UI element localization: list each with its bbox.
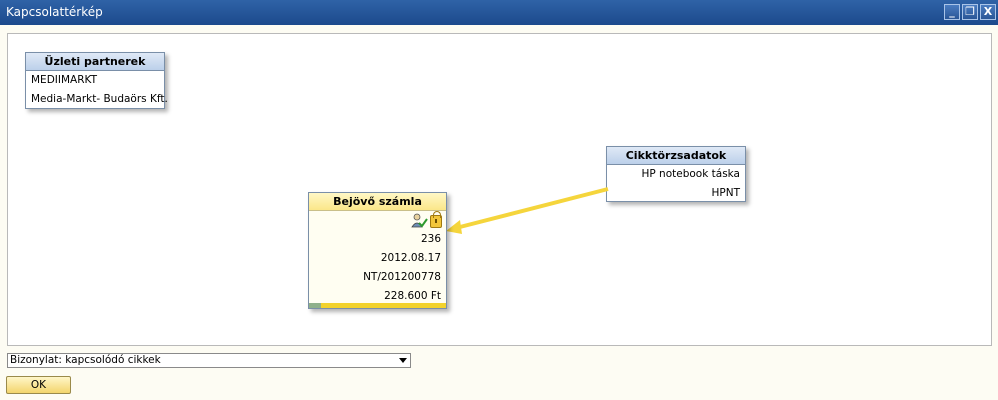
item-description: HP notebook táska	[641, 168, 740, 180]
business-partner-name: Media-Markt- Budaörs Kft.	[31, 93, 168, 105]
item-master-card[interactable]: Cikktörzsadatok HP notebook táska HPNT	[606, 146, 746, 202]
approved-person-icon	[411, 213, 428, 228]
restore-button[interactable]: ❐	[962, 4, 978, 20]
title-bar: Kapcsolattérkép _ ❐ X	[0, 0, 998, 25]
item-code: HPNT	[711, 187, 741, 199]
lock-icon	[430, 211, 442, 228]
window-title: Kapcsolattérkép	[6, 5, 103, 19]
item-master-card-header: Cikktörzsadatok	[607, 147, 745, 165]
relation-arrow	[446, 187, 609, 234]
chevron-down-icon[interactable]	[399, 358, 407, 363]
invoice-progress-fill	[309, 303, 322, 308]
invoice-progress-bar	[309, 303, 446, 308]
document-select-value: Bizonylat: kapcsolódó cikkek	[10, 354, 161, 366]
window-controls: _ ❐ X	[944, 4, 996, 20]
invoice-date: 2012.08.17	[380, 252, 441, 264]
business-partner-card[interactable]: Üzleti partnerek MEDIIMARKT Media-Markt-…	[25, 52, 168, 109]
invoice-number: 236	[420, 233, 441, 245]
incoming-invoice-card[interactable]: Bejövő számla 236 2012.08.17 NT/20120077…	[308, 192, 447, 309]
close-button[interactable]: X	[980, 4, 996, 20]
invoice-status-icons	[309, 211, 446, 230]
invoice-reference: NT/201200778	[363, 271, 441, 283]
minimize-button[interactable]: _	[944, 4, 960, 20]
incoming-invoice-card-header: Bejövő számla	[309, 193, 446, 211]
ok-button[interactable]: OK	[6, 376, 71, 394]
document-select[interactable]: Bizonylat: kapcsolódó cikkek	[7, 353, 411, 368]
business-partner-card-header: Üzleti partnerek	[26, 53, 164, 71]
relationship-map-canvas: Üzleti partnerek MEDIIMARKT Media-Markt-…	[7, 33, 992, 346]
business-partner-code: MEDIIMARKT	[31, 74, 97, 86]
relation-arrow-line	[455, 187, 609, 230]
relation-arrow-head	[446, 220, 462, 234]
